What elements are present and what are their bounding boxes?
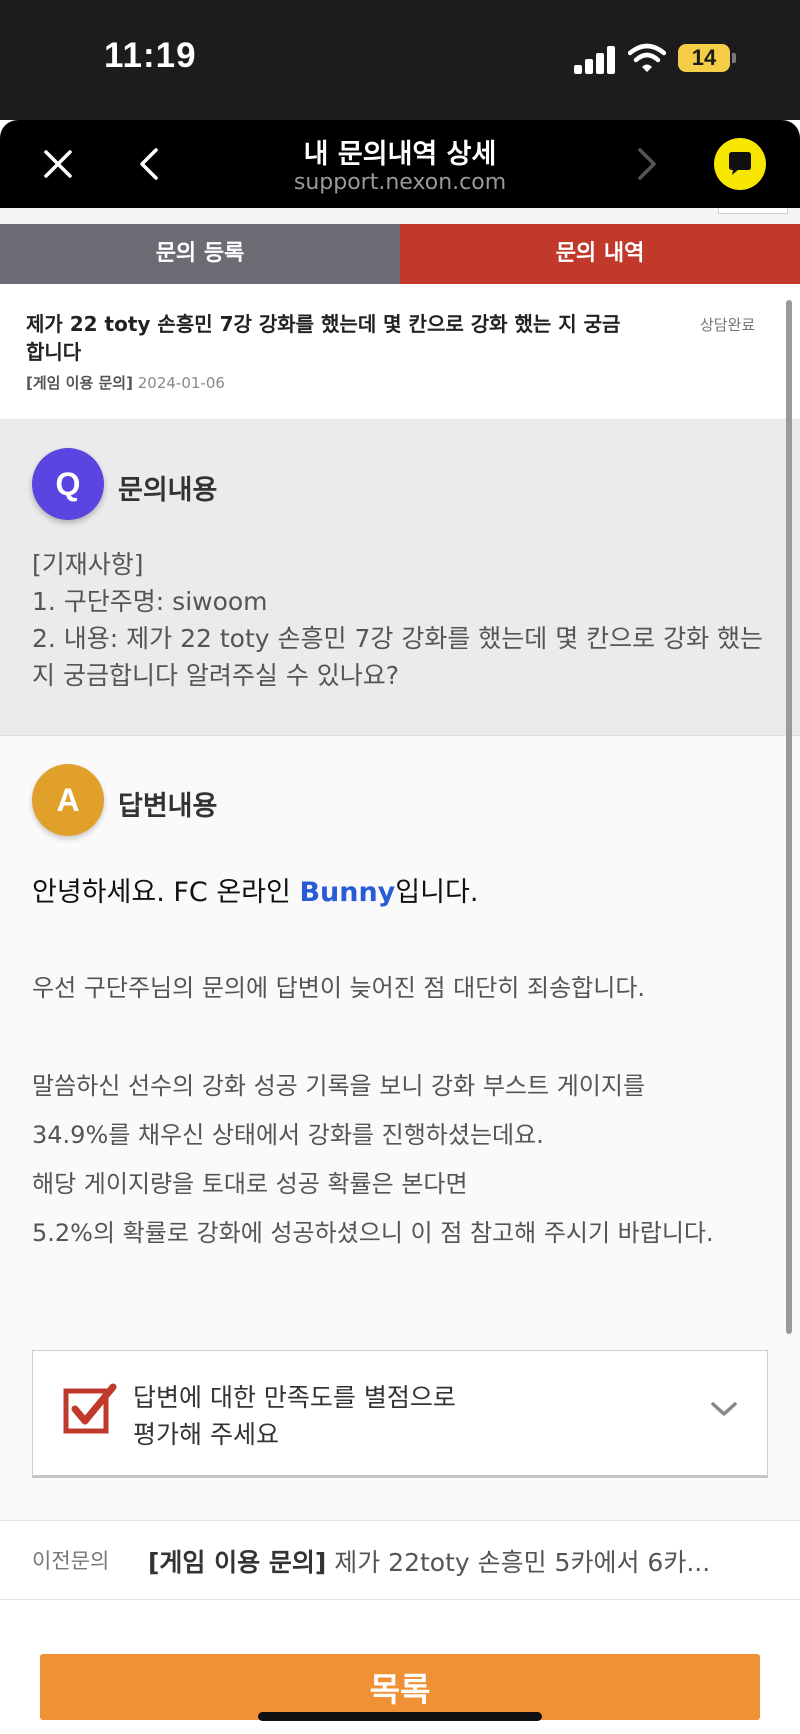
answer-line: 34.9%를 채우신 상태에서 강화를 진행하셨는데요. <box>32 1121 544 1149</box>
question-section: Q 문의내용 [기재사항] 1. 구단주명: siwoom 2. 내용: 제가 … <box>0 420 800 736</box>
chevron-down-icon <box>711 1402 737 1416</box>
inquiry-summary: 제가 22 toty 손흥민 7강 강화를 했는데 몇 칸으로 강화 했는 지 … <box>0 284 800 420</box>
previous-category: [게임 이용 문의] <box>148 1548 327 1577</box>
battery-tip <box>732 53 736 63</box>
answer-section: A 답변내용 안녕하세요. FC 온라인 Bunny입니다. 우선 구단주님의 … <box>0 736 800 1520</box>
page-url: support.nexon.com <box>293 170 507 195</box>
answer-line: 5.2%의 확률로 강화에 성공하셨으니 이 점 참고해 주시기 바랍니다. <box>32 1219 714 1247</box>
greeting-suffix: 입니다. <box>395 877 479 908</box>
close-icon[interactable] <box>36 142 80 186</box>
answer-paragraph: 우선 구단주님의 문의에 답변이 늦어진 점 대단히 죄송합니다. <box>32 964 777 1013</box>
sub-strip <box>0 208 800 224</box>
status-bar: 11:19 14 <box>0 0 800 120</box>
answer-line: 해당 게이지량을 토대로 성공 확률은 본다면 <box>32 1170 468 1198</box>
question-line: 1. 구단주명: siwoom <box>32 587 268 616</box>
question-badge: Q <box>32 448 104 520</box>
question-body: [기재사항] 1. 구단주명: siwoom 2. 내용: 제가 22 toty… <box>32 546 772 694</box>
signal-icon <box>574 46 616 74</box>
inquiry-title: 제가 22 toty 손흥민 7강 강화를 했는데 몇 칸으로 강화 했는 지 … <box>26 312 621 364</box>
browser-header: 내 문의내역 상세 support.nexon.com <box>0 120 800 208</box>
rating-dropdown[interactable]: 답변에 대한 만족도를 별점으로 평가해 주세요 <box>32 1350 768 1478</box>
agent-name: Bunny <box>299 877 396 908</box>
sub-strip-box <box>718 208 788 214</box>
previous-title: 제가 22toty 손흥민 5카에서 6카... <box>326 1548 711 1577</box>
greeting-prefix: 안녕하세요. FC 온라인 <box>32 877 300 908</box>
battery-icon: 14 <box>678 44 730 72</box>
answer-paragraph: 말씀하신 선수의 강화 성공 기록을 보니 강화 부스트 게이지를 34.9%를… <box>32 1062 777 1160</box>
question-line: 2. 내용: 제가 22 toty 손흥민 7강 강화를 했는데 몇 칸으로 강… <box>32 624 772 690</box>
rating-line: 답변에 대한 만족도를 별점으로 <box>133 1383 456 1412</box>
answer-paragraph: 해당 게이지량을 토대로 성공 확률은 본다면 5.2%의 확률로 강화에 성공… <box>32 1160 777 1258</box>
previous-label: 이전문의 <box>32 1549 110 1573</box>
home-indicator[interactable] <box>258 1712 542 1721</box>
inquiry-category: [게임 이용 문의] <box>26 374 133 392</box>
question-line: [기재사항] <box>32 550 144 579</box>
page-title: 내 문의내역 상세 <box>303 139 497 170</box>
answer-greeting: 안녕하세요. FC 온라인 Bunny입니다. <box>32 870 478 909</box>
inquiry-meta: [게임 이용 문의] 2024-01-06 <box>26 372 225 393</box>
answer-line: 우선 구단주님의 문의에 답변이 늦어진 점 대단히 죄송합니다. <box>32 974 646 1002</box>
inquiry-date: 2024-01-06 <box>137 374 225 392</box>
answer-heading: 답변내용 <box>118 791 218 822</box>
previous-inquiry-link[interactable]: [게임 이용 문의] 제가 22toty 손흥민 5카에서 6카... <box>148 1543 728 1579</box>
tab-register[interactable]: 문의 등록 <box>0 224 400 284</box>
question-heading: 문의내용 <box>118 475 218 506</box>
checkbox-check-icon <box>63 1383 117 1434</box>
answer-badge: A <box>32 764 104 836</box>
back-icon[interactable] <box>130 142 170 186</box>
tab-history[interactable]: 문의 내역 <box>400 224 800 284</box>
status-badge: 상담완료 <box>700 316 756 334</box>
status-time: 11:19 <box>104 36 197 75</box>
scrollbar[interactable] <box>786 300 792 1334</box>
list-button[interactable]: 목록 <box>40 1654 760 1720</box>
rating-line: 평가해 주세요 <box>133 1420 279 1449</box>
rating-prompt: 답변에 대한 만족도를 별점으로 평가해 주세요 <box>133 1379 456 1453</box>
previous-inquiry: 이전문의 [게임 이용 문의] 제가 22toty 손흥민 5카에서 6카... <box>0 1520 800 1600</box>
tab-bar: 문의 등록 문의 내역 <box>0 224 800 284</box>
chat-bubble-icon <box>729 152 751 175</box>
wifi-icon <box>628 43 666 72</box>
forward-icon[interactable] <box>626 142 666 186</box>
answer-line: 말씀하신 선수의 강화 성공 기록을 보니 강화 부스트 게이지를 <box>32 1072 646 1100</box>
chat-button[interactable] <box>714 138 766 190</box>
